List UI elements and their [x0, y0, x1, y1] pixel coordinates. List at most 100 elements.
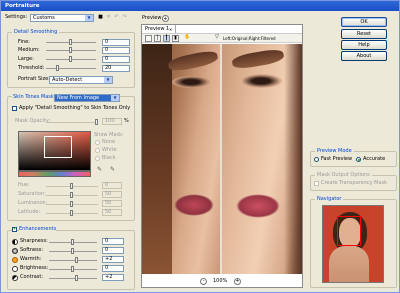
hue-strip[interactable] — [18, 171, 91, 177]
navigator-viewport-box[interactable] — [337, 216, 361, 246]
undo-icon[interactable]: ↶ — [113, 15, 120, 22]
add-preview-icon[interactable]: + — [162, 15, 169, 22]
saturation-field[interactable]: 50 — [102, 191, 122, 198]
contrast-slider-thumb[interactable] — [75, 275, 78, 281]
contrast-icon — [12, 275, 18, 281]
single-view-icon[interactable] — [145, 35, 152, 42]
threshold-field[interactable]: 20 — [102, 65, 130, 72]
luminance-slider-thumb[interactable] — [70, 201, 73, 207]
split-vertical-icon[interactable]: ┃ — [163, 35, 170, 42]
sharpness-field[interactable]: 0 — [102, 238, 124, 245]
saturation-label: Saturation: — [18, 191, 46, 197]
settings-select[interactable]: Customs ▼ — [30, 14, 94, 22]
latitude-slider[interactable] — [46, 210, 98, 216]
mask-opacity-label: Mask Opacity: — [15, 118, 51, 124]
mask-opacity-slider[interactable] — [46, 119, 98, 125]
show-mask-none-radio[interactable] — [95, 140, 100, 145]
chevron-down-icon: ▼ — [85, 15, 93, 21]
original-eye — [172, 76, 210, 88]
sharpness-slider-thumb[interactable] — [71, 239, 74, 245]
redo-icon[interactable]: ↷ — [121, 15, 128, 22]
large-field[interactable]: 0 — [102, 56, 130, 63]
saturation-slider[interactable] — [46, 192, 98, 198]
preview-image[interactable] — [142, 44, 302, 274]
show-mask-black-label: Black — [102, 155, 116, 161]
zoom-in-button[interactable]: + — [234, 278, 241, 285]
saturation-slider-thumb[interactable] — [70, 192, 73, 198]
navigator-title: Navigator — [315, 196, 344, 203]
hue-slider-thumb[interactable] — [70, 183, 73, 189]
threshold-slider[interactable] — [46, 65, 96, 71]
window-title: Portraiture — [5, 3, 40, 9]
latitude-field[interactable]: 50 — [102, 209, 122, 216]
large-label: Large: — [18, 56, 34, 62]
enhancements-title: Enhancements — [19, 226, 57, 233]
mask-opacity-thumb[interactable] — [95, 119, 98, 125]
save-icon[interactable]: ■ — [97, 15, 104, 22]
reset-button[interactable]: Reset — [341, 29, 387, 39]
threshold-slider-thumb[interactable] — [56, 65, 59, 71]
detail-smoothing-title: Detail Smoothing — [12, 29, 60, 36]
view-mode-label: Left:Original;Right:Filtered — [223, 36, 276, 41]
original-lips — [174, 194, 214, 216]
skin-tone-color-field[interactable] — [18, 131, 91, 171]
show-mask-black-radio[interactable] — [95, 156, 100, 161]
filtered-image — [222, 44, 302, 274]
navigator-thumbnail[interactable] — [322, 205, 384, 283]
latitude-slider-thumb[interactable] — [70, 210, 73, 216]
luminance-slider[interactable] — [46, 201, 98, 207]
tab-preview-1-label: Preview 1 — [145, 26, 170, 32]
softness-slider-thumb[interactable] — [71, 248, 74, 254]
transparency-mask-checkbox[interactable] — [314, 181, 319, 186]
softness-slider[interactable] — [49, 248, 97, 254]
ok-button[interactable]: OK — [341, 17, 387, 27]
medium-field[interactable]: 0 — [102, 47, 130, 54]
mask-opacity-field[interactable]: 100 — [102, 118, 122, 125]
large-slider[interactable] — [46, 56, 96, 62]
show-mask-white-label: White — [102, 147, 117, 153]
medium-slider[interactable] — [46, 47, 96, 53]
brightness-slider[interactable] — [49, 266, 97, 272]
warmth-field[interactable]: +2 — [102, 256, 124, 263]
portraiture-window: Portraiture Settings: Customs ▼ ■ ✕ ↶ ↷ D… — [0, 0, 400, 293]
threshold-label: Threshold: — [18, 65, 45, 71]
brightness-slider-thumb[interactable] — [71, 266, 74, 272]
fine-field[interactable]: 0 — [102, 39, 130, 46]
hand-tool-icon[interactable]: ✋ — [184, 34, 190, 41]
apply-skin-only-checkbox[interactable] — [12, 106, 17, 111]
split-horizontal-icon[interactable]: │ — [154, 35, 161, 42]
skin-mask-mode-value: New From Image — [57, 95, 100, 101]
delete-icon[interactable]: ✕ — [105, 15, 112, 22]
show-mask-white-radio[interactable] — [95, 148, 100, 153]
chevron-down-icon: ▼ — [111, 95, 119, 101]
warmth-slider[interactable] — [49, 257, 97, 263]
contrast-field[interactable]: +2 — [102, 274, 124, 281]
warmth-slider-thumb[interactable] — [75, 257, 78, 263]
hue-field[interactable]: 0 — [102, 182, 122, 189]
about-button[interactable]: About — [341, 51, 387, 61]
close-tab-icon[interactable]: ✕ — [169, 26, 172, 33]
eyedropper-plus-icon[interactable]: ✎ — [110, 166, 115, 173]
filtered-brow — [231, 47, 285, 71]
hue-slider[interactable] — [46, 183, 98, 189]
accurate-radio[interactable] — [356, 157, 361, 162]
eyedropper-icon[interactable]: ✎ — [97, 166, 102, 173]
help-button[interactable]: Help — [341, 40, 387, 50]
luminance-field[interactable]: 50 — [102, 200, 122, 207]
mask-opacity-unit: % — [124, 118, 129, 124]
side-by-side-icon[interactable]: ▮ — [172, 35, 179, 42]
zoom-out-button[interactable]: - — [200, 278, 207, 285]
medium-slider-thumb[interactable] — [69, 47, 72, 53]
contrast-slider[interactable] — [49, 275, 97, 281]
skin-tone-selection-box[interactable] — [44, 136, 72, 158]
enhancements-checkbox[interactable]: ✔ — [12, 226, 17, 232]
large-slider-thumb[interactable] — [69, 56, 72, 62]
fine-slider-thumb[interactable] — [69, 39, 72, 45]
sharpness-slider[interactable] — [49, 239, 97, 245]
brightness-field[interactable]: 0 — [102, 265, 124, 272]
fine-slider[interactable] — [46, 39, 96, 45]
softness-field[interactable]: 0 — [102, 247, 124, 254]
skin-mask-mode-select[interactable]: New From Image ▼ — [54, 94, 120, 102]
fast-preview-radio[interactable] — [314, 157, 319, 162]
portrait-size-select[interactable]: Auto-Detect ▼ — [49, 76, 113, 84]
